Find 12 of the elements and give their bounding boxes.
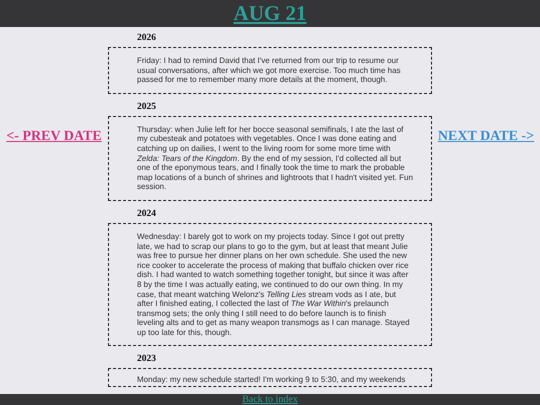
entry-text: Thursday: when Julie left for her bocce seasonal semifinals, I ate the last of my cubesteak and potatoes with vegetables. Once I was done eating and catching up on dailies, I went to the living room for some more time with Zelda: Tears of the Kingdom. By the end of my session, I'd collected all but one of the eponymous tears, and I finally took the time to mark the probable map locations of a bunch of shrines and lightroots that I hadn't visited yet. Fun session. — [137, 124, 413, 192]
entry-text: Friday: I had to remind David that I've returned from our trip to resume our usual conversations, after which we got more exercise. Too much time has passed for me to remember many more details at the moment, though. — [137, 56, 402, 85]
prev-date-link[interactable]: <- PREV DATE — [6, 129, 102, 145]
next-date-link[interactable]: NEXT DATE -> — [438, 129, 534, 145]
date-title[interactable]: AUG 21 — [234, 1, 306, 26]
year-heading: 2024 — [137, 208, 157, 219]
entry-text: Wednesday: I barely got to work on my projects today. Since I got out pretty late, we had to scrap our plans to go to the gym, but at least that meant Julie was free to pursue her dinner plans on her own schedule. She used the new rice cooker to accelerate the process of making that buffalo chicken over rice dish. I had wanted to watch something together tonight, but since it was after 8 by the time I was actually eating, we continued to do our own thing. In my case, that meant watching Welonz's Telling Lies stream vods as I ate, but after I finished eating, I collected the last of The War Within's prelaunch transmog sets; the only thing I still need to do before launch is to finish leveling alts and to get as many weapon transmogs as I can manage. Stayed up too late for this, though. — [137, 232, 411, 338]
entry-text: Monday: my new schedule started! I'm working 9 to 5:30, and my weekends — [137, 375, 406, 386]
back-to-index-link[interactable]: Back to index — [242, 394, 298, 405]
year-heading: 2026 — [137, 33, 157, 43]
year-heading: 2023 — [137, 354, 157, 364]
year-heading: 2025 — [137, 102, 157, 112]
